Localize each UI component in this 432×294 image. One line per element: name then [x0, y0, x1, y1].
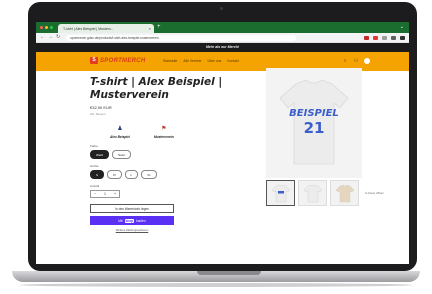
quantity-increase-button[interactable]: + [114, 192, 116, 196]
thumbnail-strip: In Zoom öffnen [266, 180, 384, 206]
logo-text: SPORTMERCH [100, 57, 146, 64]
webcam [220, 7, 223, 10]
color-option-white[interactable]: Weiß [90, 150, 109, 159]
shirt-thumb-icon [335, 184, 354, 203]
store-logo[interactable]: S SPORTMERCH [90, 57, 146, 64]
product-title: T-shirt | Alex Beispiel | Musterverein [90, 76, 223, 101]
main-menu: Startseite Alle Vereine Über uns Kontakt [163, 59, 239, 63]
shirt-thumb-icon [271, 184, 290, 203]
shirt-print-number: 21 [304, 119, 325, 137]
size-option-m[interactable]: M [107, 170, 122, 179]
tab-search-icon[interactable]: ⌄ [400, 24, 404, 30]
size-label: Größe [90, 164, 99, 168]
shop-pay-suffix: kaufen [136, 218, 146, 223]
forward-icon[interactable]: → [48, 35, 53, 40]
minimize-window-button[interactable] [45, 26, 48, 29]
tshirt-back-image: BEISPIEL 21 [279, 79, 349, 165]
product-info: T-shirt | Alex Beispiel | Musterverein €… [90, 76, 230, 232]
extension-icon[interactable] [373, 35, 378, 40]
size-options: S M L XL [90, 170, 230, 179]
search-icon[interactable]: ⌕ [342, 58, 348, 64]
close-window-button[interactable] [40, 26, 43, 29]
laptop-lid: T-shirt | Alex Beispiel | Musterv... × +… [28, 2, 417, 271]
extension-icon[interactable] [391, 35, 396, 40]
laptop-notch [197, 271, 261, 275]
size-option-s[interactable]: S [90, 170, 105, 179]
menu-item-contact[interactable]: Kontakt [227, 59, 239, 63]
browser-tab[interactable]: T-shirt | Alex Beispiel | Musterv... × [58, 24, 154, 33]
player-link-person[interactable]: ♟ Alex Beispiel [110, 126, 130, 139]
new-tab-button[interactable]: + [157, 24, 161, 30]
zoom-link[interactable]: In Zoom öffnen [365, 191, 384, 195]
browser-tabbar: T-shirt | Alex Beispiel | Musterv... × +… [36, 22, 409, 33]
shop-pay-button[interactable]: Mit shop kaufen [90, 216, 174, 225]
quantity-stepper: − 1 + [90, 190, 120, 198]
product-price: €32,90 EUR [90, 105, 112, 110]
player-links: ♟ Alex Beispiel ⚑ Musterverein [90, 126, 230, 139]
back-icon[interactable]: ← [40, 35, 45, 40]
thumbnail-natural[interactable] [330, 180, 359, 206]
shirt-thumb-icon [303, 184, 322, 203]
color-options: Weiß Natur [90, 150, 230, 159]
reload-icon[interactable]: ↻ [56, 35, 60, 40]
browser-toolbar: ← → ↻ sportmerch.gdsn.de/products/t-shir… [36, 33, 409, 43]
color-label: Farbe [90, 144, 98, 148]
maximize-window-button[interactable] [50, 26, 53, 29]
shop-pay-logo: shop [124, 218, 135, 223]
menu-item-about[interactable]: Über uns [207, 59, 221, 63]
menu-item-home[interactable]: Startseite [163, 59, 177, 63]
announcement-bar: Mehr als nur Merch! [36, 43, 409, 52]
thumbnail-back[interactable] [266, 180, 295, 206]
product-main-image[interactable]: BEISPIEL 21 [266, 68, 362, 178]
shop-pay-prefix: Mit [118, 218, 123, 223]
person-icon: ♟ [117, 126, 123, 132]
cart-icon[interactable] [364, 58, 370, 64]
club-crest-icon: ⚑ [161, 126, 167, 132]
extension-icon[interactable] [364, 35, 369, 40]
tab-title: T-shirt | Alex Beispiel | Musterv... [63, 27, 114, 31]
player-link-club[interactable]: ⚑ Musterverein [154, 126, 174, 139]
quantity-decrease-button[interactable]: − [94, 192, 96, 196]
address-bar[interactable]: sportmerch.gdsn.de/products/t-shirt-alex… [66, 34, 297, 41]
quantity-value[interactable]: 1 [104, 192, 106, 196]
add-to-cart-button[interactable]: In den Warenkorb legen [90, 204, 174, 213]
extension-icon[interactable] [382, 35, 387, 40]
extension-icon[interactable] [400, 35, 405, 40]
window-controls [40, 26, 53, 29]
more-payment-options-link[interactable]: Weitere Zahlungsoptionen [90, 228, 174, 232]
size-option-xl[interactable]: XL [141, 170, 157, 179]
header-icons: ⌕ ⚇ [342, 58, 370, 64]
thumbnail-front[interactable] [298, 180, 327, 206]
shirt-print-name: BEISPIEL [289, 108, 339, 119]
extensions [364, 35, 405, 40]
account-icon[interactable]: ⚇ [353, 58, 359, 64]
tax-note: inkl. Steuern [90, 112, 106, 116]
quantity-label: Anzahl [90, 184, 100, 188]
laptop-screen: T-shirt | Alex Beispiel | Musterv... × +… [36, 22, 409, 264]
player-label: Alex Beispiel [110, 135, 130, 139]
laptop-shadow [20, 283, 412, 287]
logo-mark: S [90, 57, 98, 64]
club-label: Musterverein [153, 135, 174, 139]
color-option-natural[interactable]: Natur [111, 150, 132, 159]
size-option-l[interactable]: L [124, 170, 139, 179]
tab-close-icon[interactable]: × [149, 26, 151, 31]
menu-item-clubs[interactable]: Alle Vereine [183, 59, 201, 63]
laptop-base [12, 271, 420, 282]
